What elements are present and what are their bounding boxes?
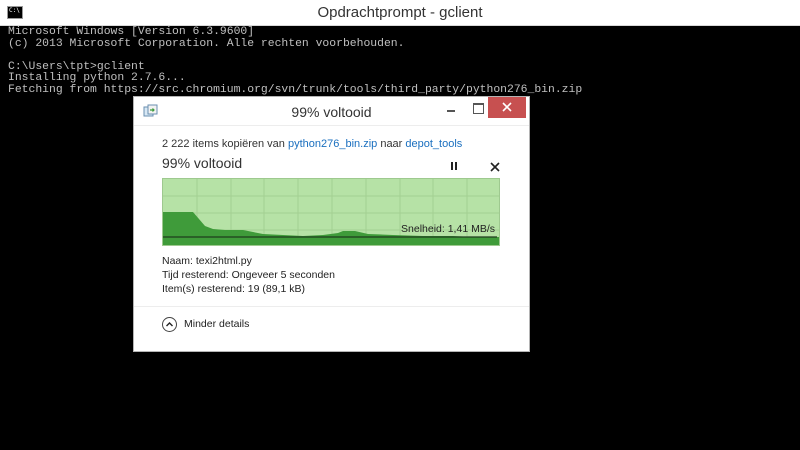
items-remaining-row: Item(s) resterend: 19 (89,1 kB)	[162, 283, 305, 295]
toggle-circle[interactable]	[162, 317, 177, 332]
speed-graph-svg	[163, 179, 499, 245]
minimize-button[interactable]	[438, 97, 464, 118]
copy-middle: naar	[377, 138, 406, 150]
console-titlebar[interactable]: C:\ Opdrachtprompt - gclient	[0, 0, 800, 26]
console-line: Fetching from https://src.chromium.org/s…	[8, 83, 583, 96]
dialog-content: 2 222 items kopiëren van python276_bin.z…	[134, 125, 529, 319]
less-details-toggle[interactable]: Minder details	[162, 316, 282, 334]
console-line: (c) 2013 Microsoft Corporation. Alle rec…	[8, 37, 405, 50]
time-remaining-row: Tijd resterend: Ongeveer 5 seconden	[162, 269, 335, 281]
file-name-label: Naam:	[162, 255, 196, 267]
items-remaining-value: 19 (89,1 kB)	[247, 283, 305, 295]
file-name-value: texi2html.py	[195, 255, 252, 267]
close-icon	[490, 162, 500, 172]
file-name-row: Naam: texi2html.py	[162, 255, 252, 267]
console-line: Installing python 2.7.6...	[8, 72, 186, 84]
time-remaining-value: Ongeveer 5 seconden	[231, 269, 335, 281]
toggle-label: Minder details	[184, 318, 250, 330]
progress-heading: 99% voltooid	[162, 155, 243, 171]
speed-label: Snelheid: 1,41 MB/s	[401, 223, 495, 235]
time-remaining-label: Tijd resterend:	[162, 269, 232, 281]
destination-link[interactable]: depot_tools	[405, 138, 462, 150]
transfer-speed-graph: Snelheid: 1,41 MB/s	[162, 178, 500, 246]
cancel-button[interactable]	[488, 160, 502, 174]
chevron-up-icon	[166, 322, 173, 327]
copy-progress-dialog: 99% voltooid 2 222 items kopiëren van py…	[133, 96, 530, 352]
copy-summary: 2 222 items kopiëren van python276_bin.z…	[162, 138, 462, 150]
items-remaining-label: Item(s) resterend:	[162, 283, 248, 295]
maximize-button[interactable]	[464, 97, 490, 118]
source-link[interactable]: python276_bin.zip	[288, 138, 377, 150]
console-line: Microsoft Windows [Version 6.3.9600]	[8, 26, 255, 38]
pause-button[interactable]	[447, 160, 461, 174]
close-icon	[502, 102, 512, 112]
dialog-footer: Minder details	[134, 306, 529, 351]
copy-prefix: 2 222 items kopiëren van	[162, 138, 288, 150]
dialog-titlebar[interactable]: 99% voltooid	[134, 97, 529, 125]
console-window-title: Opdrachtprompt - gclient	[317, 4, 483, 21]
close-window-button[interactable]	[488, 97, 526, 118]
